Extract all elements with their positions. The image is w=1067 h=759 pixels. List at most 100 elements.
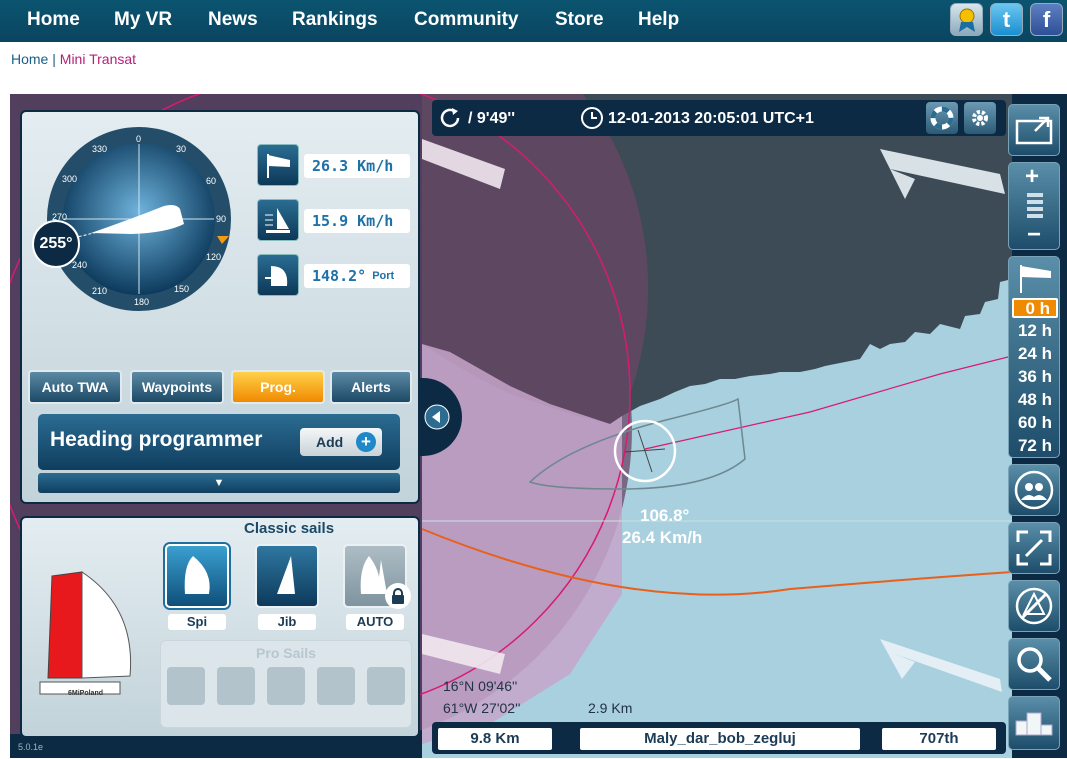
forecast-60h[interactable]: 60 h [1012,413,1058,433]
nav-community[interactable]: Community [414,9,519,31]
boat-speed-value: 15.9 Km/h [304,209,410,233]
layer-off-icon [1015,587,1053,625]
forecast-36h[interactable]: 36 h [1012,367,1058,387]
sail-jib-button[interactable] [255,544,319,608]
pro-sail-5[interactable] [367,667,405,705]
nav-home[interactable]: Home [27,9,80,31]
sail-auto-label: AUTO [346,614,404,630]
compass-tick-240: 240 [72,260,88,270]
heading-value: 255° [39,235,73,252]
tab-alerts[interactable]: Alerts [330,370,412,404]
nav-my-vr[interactable]: My VR [114,9,172,31]
add-heading-button[interactable]: Add + [300,428,382,456]
clock-icon [581,107,603,129]
twitter-icon[interactable]: t [990,3,1023,36]
zoom-in-icon[interactable]: + [1025,163,1039,191]
settings-gear-icon[interactable] [964,102,996,134]
pro-sail-1[interactable] [167,667,205,705]
compass-tick-30: 30 [176,144,187,154]
fullscreen-icon [1015,116,1053,145]
center-view-button[interactable] [1008,522,1060,574]
map-latitude: 16°N 09'46'' [443,678,518,694]
chevron-down-icon: ▼ [213,477,225,489]
sails-title: Classic sails [244,520,335,537]
top-status-bar: / 9'49'' 12-01-2013 20:05:01 UTC+1 [432,100,1006,136]
nav-help[interactable]: Help [638,9,679,31]
pro-sail-2[interactable] [217,667,255,705]
search-icon [1017,647,1052,682]
sail-jib-label: Jib [258,614,316,630]
sail-spi-button[interactable] [165,544,229,608]
heading-programmer-title: Heading programmer [50,428,263,451]
boat-speed-icon [257,199,299,241]
boat-sail-diagram [39,571,132,695]
forecast-24h[interactable]: 24 h [1012,344,1058,364]
game-datetime: 12-01-2013 20:05:01 UTC+1 [608,110,814,127]
breadcrumb-separator: | [52,51,56,67]
fullscreen-button[interactable] [1008,104,1060,156]
compass-tick-60: 60 [206,176,217,186]
friends-icon [1014,470,1054,510]
forecast-72h[interactable]: 72 h [1012,436,1058,456]
lifebuoy-icon[interactable] [926,102,958,134]
refresh-icon[interactable] [438,106,462,130]
player-name[interactable]: Maly_dar_bob_zegluj [580,728,860,750]
friends-button[interactable] [1008,464,1060,516]
sail-spi-label: Spi [168,614,226,630]
expand-drawer-button[interactable]: ▼ [38,473,400,493]
search-button[interactable] [1008,638,1060,690]
breadcrumb: Home | Mini Transat [11,51,136,67]
wind-angle-value: 148.2° [312,267,367,285]
player-rank: 707th [882,728,996,750]
award-icon[interactable] [950,3,983,36]
compass-tick-90: 90 [216,214,227,224]
rankings-button[interactable] [1008,696,1060,750]
add-plus-icon: + [356,432,376,452]
toggle-layer-button[interactable] [1008,580,1060,632]
wind-angle-icon [257,254,299,296]
compass-tick-180: 180 [134,297,150,307]
refresh-timer: / 9'49'' [468,110,515,127]
windsock-icon [1020,265,1051,293]
tab-auto-twa[interactable]: Auto TWA [28,370,122,404]
wind-speed-icon [257,144,299,186]
lock-icon [385,583,411,609]
bottom-status-bar: 9.8 Km Maly_dar_bob_zegluj 707th [432,722,1006,754]
nav-news[interactable]: News [208,9,258,31]
heading-readout: 255° [32,220,80,268]
map-boat-heading: 106.8° [640,506,690,525]
breadcrumb-home[interactable]: Home [11,51,48,67]
nav-store[interactable]: Store [555,9,604,31]
compass-tick-120: 120 [206,252,222,262]
wind-speed-value: 26.3 Km/h [304,154,410,178]
compass-dial[interactable] [46,126,232,312]
compass-tick-150: 150 [174,284,190,294]
pro-sail-4[interactable] [317,667,355,705]
nav-rankings[interactable]: Rankings [292,9,378,31]
top-nav: Home My VR News Rankings Community Store… [0,0,1067,42]
center-view-icon [1016,530,1052,566]
forecast-0h[interactable]: 0 h [1012,298,1058,318]
tab-prog[interactable]: Prog. [231,370,325,404]
tab-waypoints[interactable]: Waypoints [130,370,224,404]
wind-angle-box: 148.2° Port [304,264,410,288]
forecast-12h[interactable]: 12 h [1012,321,1058,341]
pro-sails-box: Pro Sails [160,640,412,728]
zoom-out-icon[interactable]: − [1027,221,1041,249]
collapse-left-icon [424,404,450,430]
zoom-slider[interactable] [1027,193,1043,223]
map-boat-speed: 26.4 Km/h [622,528,703,547]
forecast-48h[interactable]: 48 h [1012,390,1058,410]
pro-sail-3[interactable] [267,667,305,705]
tack-label: Port [372,270,395,282]
facebook-icon[interactable]: f [1030,3,1063,36]
game-viewport: 106.8° 26.4 Km/h 16°N 09'46'' 61°W 27'02… [10,94,1067,758]
heading-programmer: Heading programmer Add + [38,414,400,470]
compass-tick-300: 300 [62,174,78,184]
add-button-label: Add [316,434,344,450]
zoom-control[interactable]: + − [1008,162,1060,250]
pro-sails-title: Pro Sails [256,645,316,661]
map-longitude: 61°W 27'02'' [443,700,521,716]
podium-icon [1015,712,1053,736]
compass-tick-0: 0 [136,134,142,144]
